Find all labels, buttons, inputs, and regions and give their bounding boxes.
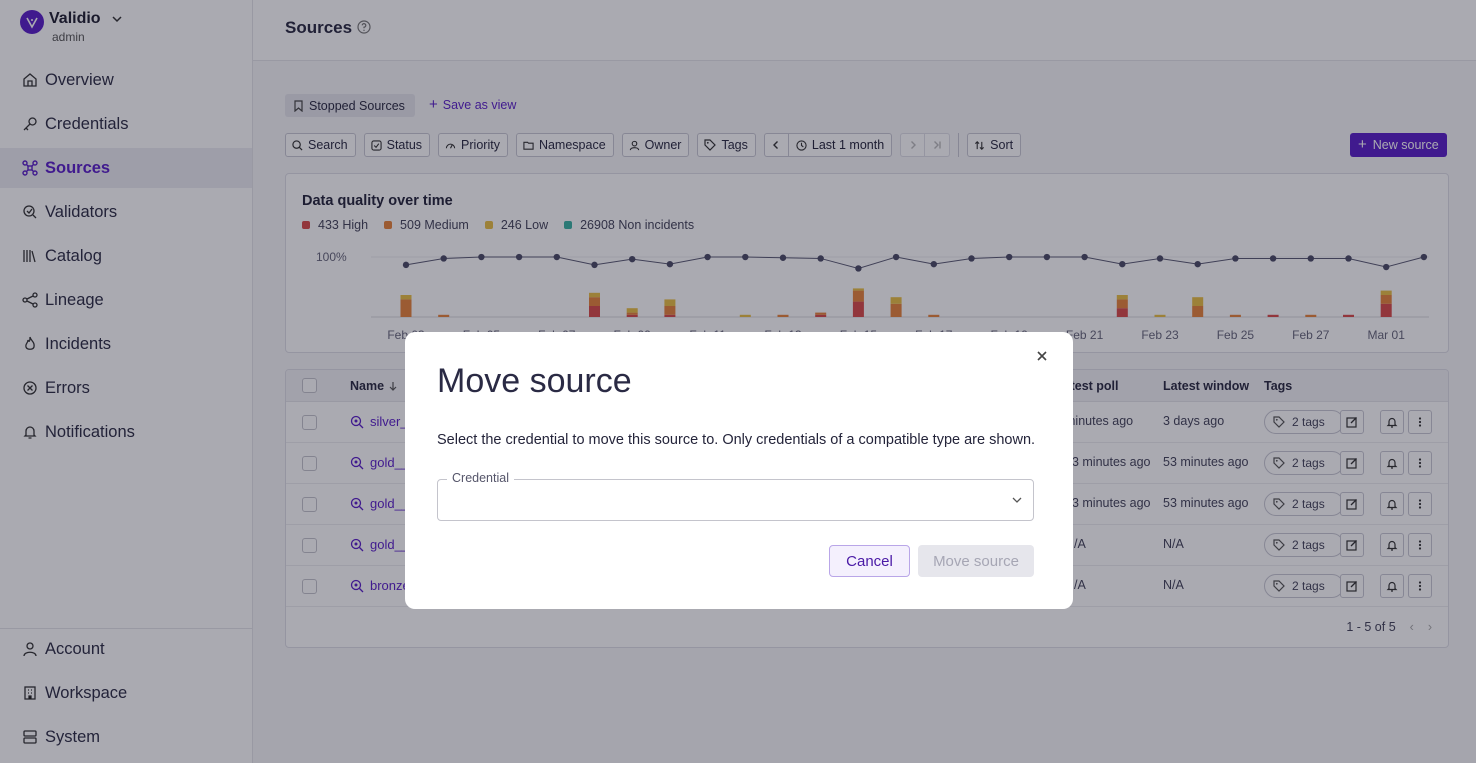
credential-label: Credential: [447, 471, 514, 485]
dialog-description: Select the credential to move this sourc…: [437, 432, 1036, 448]
move-source-button[interactable]: Move source: [918, 545, 1034, 577]
move-source-dialog: Move source Select the credential to mov…: [405, 332, 1073, 609]
close-icon[interactable]: [1034, 348, 1050, 364]
dialog-title: Move source: [437, 362, 632, 400]
cancel-button[interactable]: Cancel: [829, 545, 910, 577]
credential-select[interactable]: Credential: [437, 471, 1034, 521]
chevron-down-icon: [1012, 497, 1022, 503]
